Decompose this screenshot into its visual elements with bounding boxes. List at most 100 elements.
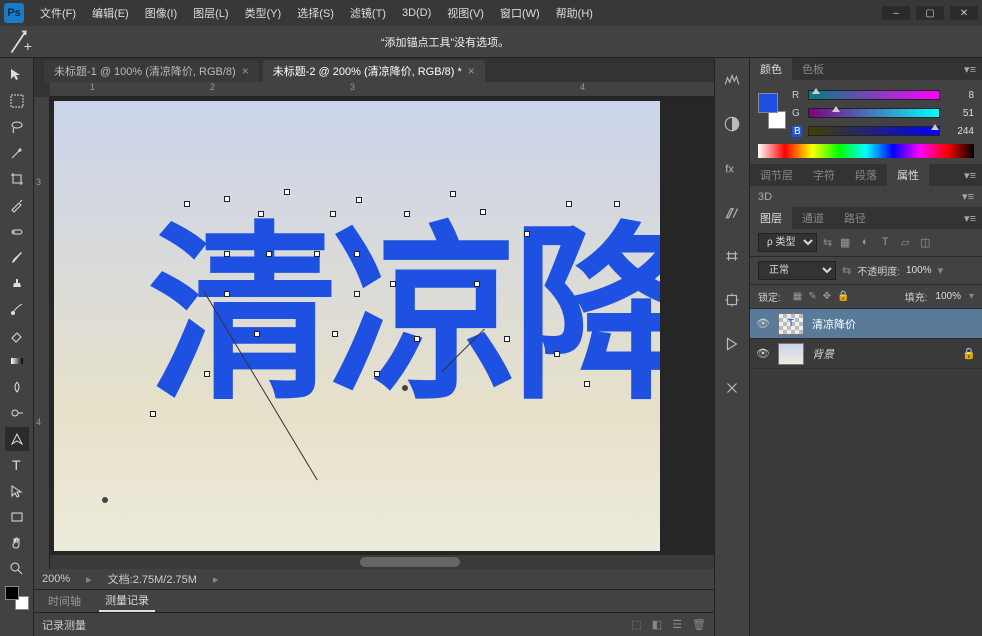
color-swatches[interactable] — [758, 93, 786, 133]
anchor-point[interactable] — [254, 331, 260, 337]
menu-layer[interactable]: 图层(L) — [185, 1, 236, 25]
foreground-color-swatch[interactable] — [5, 586, 19, 600]
scrollbar-thumb[interactable] — [360, 557, 460, 567]
document-tab-2[interactable]: 未标题-2 @ 200% (清凉降价, RGB/8) * × — [263, 60, 485, 82]
docinfo-dropdown-icon[interactable]: ▸ — [213, 573, 219, 586]
bezier-handle-end[interactable] — [102, 497, 108, 503]
window-maximize-button[interactable]: ▢ — [916, 6, 944, 20]
window-minimize-button[interactable]: – — [882, 6, 910, 20]
horizontal-scrollbar[interactable] — [50, 555, 714, 569]
tab-color[interactable]: 颜色 — [750, 58, 792, 80]
tab-adjustments[interactable]: 调节层 — [750, 164, 803, 186]
anchor-point[interactable] — [414, 336, 420, 342]
panel-menu-icon[interactable]: ▾≡ — [958, 212, 982, 225]
b-value[interactable]: 244 — [946, 126, 974, 137]
vertical-ruler[interactable]: 3 4 — [34, 97, 50, 569]
zoom-level[interactable]: 200% — [42, 573, 70, 585]
zoom-tool[interactable] — [5, 557, 29, 581]
filter-smart-icon[interactable]: ◫ — [918, 236, 932, 249]
styles-panel-icon[interactable]: fx — [720, 156, 744, 180]
hand-tool[interactable] — [5, 531, 29, 555]
visibility-toggle-icon[interactable]: 👁 — [756, 317, 770, 330]
window-close-button[interactable]: ✕ — [950, 6, 978, 20]
anchor-point[interactable] — [524, 231, 530, 237]
anchor-point[interactable] — [356, 197, 362, 203]
filter-pixel-icon[interactable]: ▦ — [838, 236, 852, 249]
canvas-viewport[interactable]: 清凉降 — [50, 97, 714, 569]
menu-3d[interactable]: 3D(D) — [394, 3, 439, 23]
anchor-point[interactable] — [332, 331, 338, 337]
history-brush-tool[interactable] — [5, 297, 29, 321]
move-tool[interactable] — [5, 63, 29, 87]
menu-file[interactable]: 文件(F) — [32, 1, 84, 25]
color-swatch-tool[interactable] — [5, 586, 29, 610]
brushes-panel-icon[interactable] — [720, 200, 744, 224]
anchor-point[interactable] — [354, 251, 360, 257]
gradient-tool[interactable] — [5, 349, 29, 373]
measurement-icon[interactable]: ◧ — [652, 618, 662, 631]
menu-help[interactable]: 帮助(H) — [548, 1, 601, 25]
clone-stamp-tool[interactable] — [5, 271, 29, 295]
tab-timeline[interactable]: 时间轴 — [42, 591, 87, 611]
lock-all-icon[interactable]: 🔒 — [837, 291, 849, 302]
tab-channels[interactable]: 通道 — [792, 207, 834, 229]
anchor-point[interactable] — [224, 251, 230, 257]
horizontal-ruler[interactable]: 1 2 3 4 — [50, 82, 714, 98]
menu-filter[interactable]: 滤镜(T) — [342, 1, 394, 25]
clone-source-panel-icon[interactable] — [720, 288, 744, 312]
anchor-point[interactable] — [314, 251, 320, 257]
layer-name[interactable]: 清凉降价 — [812, 316, 976, 332]
brush-tool[interactable] — [5, 245, 29, 269]
anchor-point[interactable] — [204, 371, 210, 377]
lasso-tool[interactable] — [5, 115, 29, 139]
close-icon[interactable]: × — [242, 64, 249, 78]
filter-adjust-icon[interactable]: ◐ — [858, 236, 872, 249]
measurement-icon[interactable]: ⬚ — [631, 618, 641, 631]
visibility-toggle-icon[interactable]: 👁 — [756, 347, 770, 360]
color-spectrum[interactable] — [758, 144, 974, 158]
anchor-point[interactable] — [450, 191, 456, 197]
anchor-point[interactable] — [566, 201, 572, 207]
anchor-point[interactable] — [354, 291, 360, 297]
panel-menu-icon[interactable]: ▾≡ — [962, 190, 974, 203]
tool-presets-panel-icon[interactable] — [720, 376, 744, 400]
menu-image[interactable]: 图像(I) — [137, 1, 185, 25]
layer-row[interactable]: 👁 背景 🔒 — [750, 339, 982, 369]
anchor-point[interactable] — [266, 251, 272, 257]
anchor-point[interactable] — [504, 336, 510, 342]
current-tool-icon[interactable]: + — [8, 31, 36, 53]
type-tool[interactable]: T — [5, 453, 29, 477]
path-select-tool[interactable] — [5, 479, 29, 503]
three-d-panel-header[interactable]: 3D ▾≡ — [750, 186, 982, 207]
tab-swatches[interactable]: 色板 — [792, 58, 834, 80]
trash-icon[interactable]: 🗑 — [692, 618, 706, 631]
brush-presets-panel-icon[interactable] — [720, 244, 744, 268]
close-icon[interactable]: × — [468, 64, 475, 78]
lock-pixels-icon[interactable]: ✎ — [808, 291, 816, 302]
anchor-point[interactable] — [184, 201, 190, 207]
anchor-point[interactable] — [480, 209, 486, 215]
lock-position-icon[interactable]: ✥ — [823, 291, 831, 302]
anchor-point[interactable] — [150, 411, 156, 417]
anchor-point[interactable] — [374, 371, 380, 377]
r-slider[interactable] — [808, 90, 940, 100]
panel-menu-icon[interactable]: ▾≡ — [958, 63, 982, 76]
rectangle-tool[interactable] — [5, 505, 29, 529]
measurement-icon[interactable]: ☰ — [672, 618, 682, 631]
layer-row[interactable]: 👁 清凉降价 — [750, 309, 982, 339]
b-slider[interactable] — [808, 126, 940, 136]
panel-fg-color[interactable] — [758, 93, 778, 113]
blur-tool[interactable] — [5, 375, 29, 399]
layer-thumbnail[interactable] — [778, 313, 804, 335]
actions-panel-icon[interactable] — [720, 332, 744, 356]
anchor-point[interactable] — [474, 281, 480, 287]
filter-type-icon[interactable]: T — [878, 236, 892, 249]
menu-edit[interactable]: 编辑(E) — [84, 1, 137, 25]
pen-tool[interactable] — [5, 427, 29, 451]
anchor-point[interactable] — [330, 211, 336, 217]
anchor-point[interactable] — [224, 291, 230, 297]
menu-window[interactable]: 窗口(W) — [492, 1, 548, 25]
tab-paths[interactable]: 路径 — [834, 207, 876, 229]
histogram-panel-icon[interactable] — [720, 68, 744, 92]
opacity-value[interactable]: 100% — [906, 265, 932, 276]
